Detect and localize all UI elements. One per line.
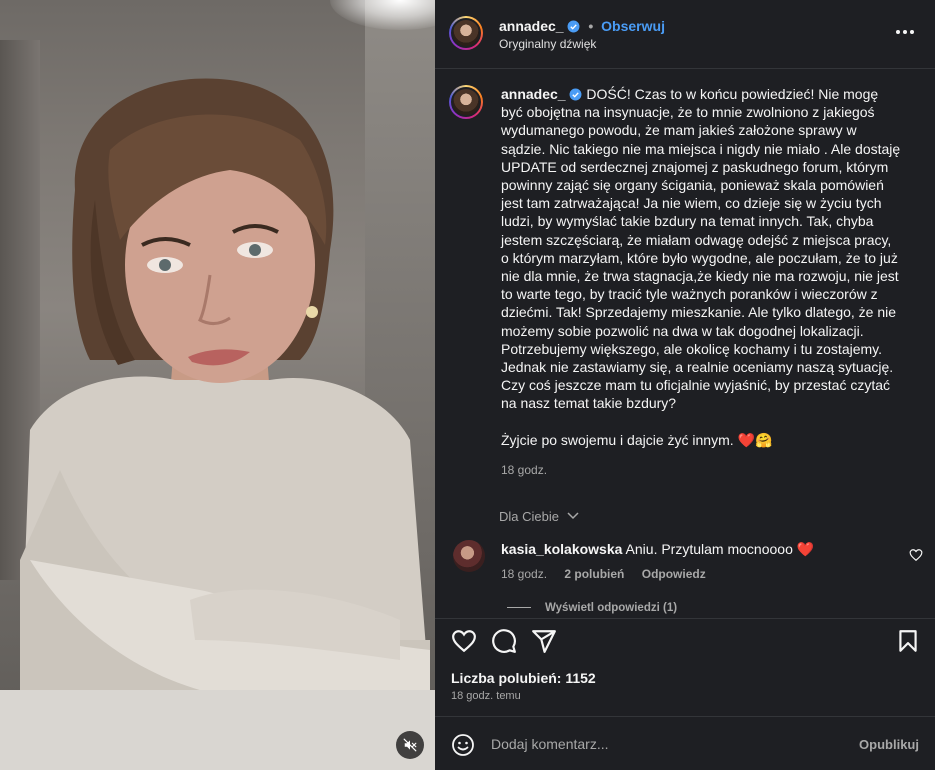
bookmark-icon[interactable] [895, 628, 921, 654]
commenter-username[interactable]: kasia_kolakowska [501, 541, 622, 557]
author-line: annadec_ • Obserwuj [499, 18, 665, 34]
publish-button[interactable]: Opublikuj [859, 737, 919, 752]
comment-text: Aniu. Przytulam mocnoooo ❤️ [625, 541, 815, 557]
comment-icon[interactable] [491, 628, 517, 654]
chevron-down-icon [567, 512, 579, 520]
separator-dot: • [588, 18, 594, 34]
caption-closing-line: Żyjcie po swojemu i dajcie żyć innym. ❤️… [501, 431, 773, 448]
comment-input[interactable] [491, 730, 831, 758]
mute-toggle-button[interactable] [396, 731, 424, 759]
author-username[interactable]: annadec_ [499, 18, 564, 34]
comment-body: kasia_kolakowska Aniu. Przytulam mocnooo… [501, 541, 814, 558]
comment-heart-icon[interactable] [909, 548, 923, 562]
actions-divider [435, 618, 935, 619]
comment-composer: Opublikuj [435, 716, 935, 770]
replies-line [507, 607, 531, 609]
caption-avatar[interactable] [449, 85, 483, 119]
follow-button[interactable]: Obserwuj [601, 18, 665, 34]
comment-likes[interactable]: 2 polubień [564, 567, 624, 581]
video-frame-person [20, 78, 430, 700]
caption-text: DOŚĆ! Czas to w końcu powiedzieć! Nie mo… [501, 86, 901, 412]
header-divider [435, 68, 935, 69]
caption-username[interactable]: annadec_ [501, 86, 566, 102]
comment-meta: 18 godz. 2 polubień Odpowiedz [501, 567, 720, 581]
comment-item: kasia_kolakowska Aniu. Przytulam mocnooo… [453, 538, 925, 588]
caption-body: annadec_ DOŚĆ! Czas to w końcu powiedzie… [501, 85, 901, 479]
action-bar [449, 628, 921, 656]
commenter-avatar[interactable] [453, 540, 485, 572]
share-icon[interactable] [531, 628, 557, 654]
video-player[interactable] [0, 0, 435, 770]
audio-label[interactable]: Oryginalny dźwięk [499, 37, 596, 51]
post-details-panel: annadec_ • Obserwuj Oryginalny dźwięk an… [435, 0, 935, 770]
comment-sort-label: Dla Ciebie [499, 509, 559, 524]
post-header: annadec_ • Obserwuj Oryginalny dźwięk [449, 14, 921, 54]
author-avatar[interactable] [449, 16, 483, 50]
caption-timestamp[interactable]: 18 godz. [501, 461, 901, 479]
view-replies-button[interactable]: Wyświetl odpowiedzi (1) [507, 602, 677, 614]
table-surface [0, 690, 435, 770]
comment-sort-dropdown[interactable]: Dla Ciebie [499, 509, 579, 524]
post-timestamp[interactable]: 18 godz. temu [451, 690, 521, 702]
verified-badge-icon [570, 88, 582, 101]
view-replies-label: Wyświetl odpowiedzi (1) [545, 602, 678, 614]
comment-reply-button[interactable]: Odpowiedz [642, 567, 706, 581]
likes-count[interactable]: Liczba polubień: 1152 [451, 670, 596, 686]
verified-badge-icon [568, 20, 580, 33]
muted-speaker-icon [403, 738, 417, 752]
emoji-icon[interactable] [451, 733, 475, 757]
more-options-icon[interactable] [893, 24, 917, 40]
heart-icon[interactable] [451, 628, 477, 654]
comment-time[interactable]: 18 godz. [501, 567, 547, 581]
